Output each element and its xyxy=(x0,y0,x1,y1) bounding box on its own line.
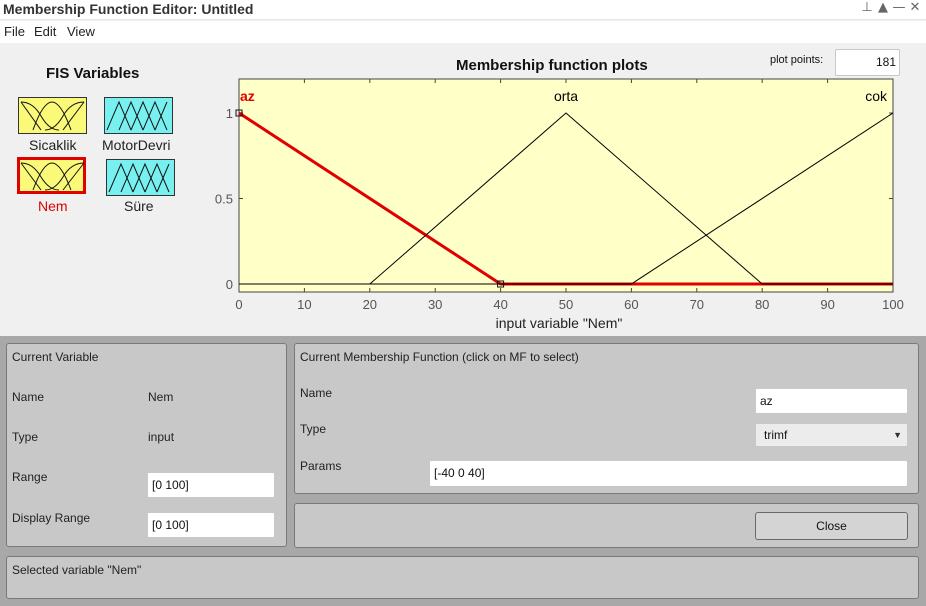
x-tick-label: 70 xyxy=(690,297,704,312)
x-tick-label: 40 xyxy=(493,297,507,312)
cv-display-range-label: Display Range xyxy=(12,511,91,525)
x-tick-label: 90 xyxy=(820,297,834,312)
chevron-down-icon: ▼ xyxy=(893,430,902,440)
y-tick-label: 0.5 xyxy=(215,192,233,207)
mf-label-az[interactable]: az xyxy=(240,88,255,104)
y-tick-label: 0 xyxy=(226,277,233,292)
close-button[interactable]: Close xyxy=(755,512,908,540)
display-range-input[interactable]: [0 100] xyxy=(147,512,275,538)
x-tick-label: 80 xyxy=(755,297,769,312)
x-tick-label: 0 xyxy=(235,297,242,312)
mf-name-input[interactable]: az xyxy=(755,388,908,414)
status-panel xyxy=(6,556,919,599)
status-text: Selected variable "Nem" xyxy=(12,563,142,577)
mf-type-label: Type xyxy=(300,422,327,436)
x-tick-label: 60 xyxy=(624,297,638,312)
membership-function-chart[interactable]: 0 10 20 30 40 50 60 70 80 90 100 0 0.5 1 input variabl… xyxy=(0,0,926,336)
range-input[interactable]: [0 100] xyxy=(147,472,275,498)
cv-range-label: Range xyxy=(12,470,48,484)
mf-label-orta[interactable]: orta xyxy=(554,88,578,104)
mf-type-value: trimf xyxy=(764,428,788,442)
x-tick-label: 30 xyxy=(428,297,442,312)
x-tick-label: 100 xyxy=(882,297,904,312)
mf-params-input[interactable]: [-40 0 40] xyxy=(429,460,908,487)
x-tick-label: 50 xyxy=(559,297,573,312)
cv-type-label: Type xyxy=(12,430,39,444)
cv-name-label: Name xyxy=(12,390,45,404)
plot-area xyxy=(238,78,894,293)
y-tick-label: 1 xyxy=(226,106,233,121)
cv-type-value: input xyxy=(148,430,175,444)
mf-label-cok[interactable]: cok xyxy=(865,88,888,104)
x-tick-label: 10 xyxy=(297,297,311,312)
x-tick-label: 20 xyxy=(363,297,377,312)
cv-name-value: Nem xyxy=(148,390,174,404)
current-variable-title: Current Variable xyxy=(12,350,99,364)
mf-params-label: Params xyxy=(300,459,342,473)
mf-name-label: Name xyxy=(300,386,333,400)
current-mf-title: Current Membership Function (click on MF… xyxy=(300,350,579,364)
x-axis-label: input variable "Nem" xyxy=(496,315,623,331)
mf-type-select[interactable]: trimf ▼ xyxy=(755,423,908,447)
membership-function-editor: Membership Function Editor: Untitled ⊥ ▲… xyxy=(0,0,926,606)
